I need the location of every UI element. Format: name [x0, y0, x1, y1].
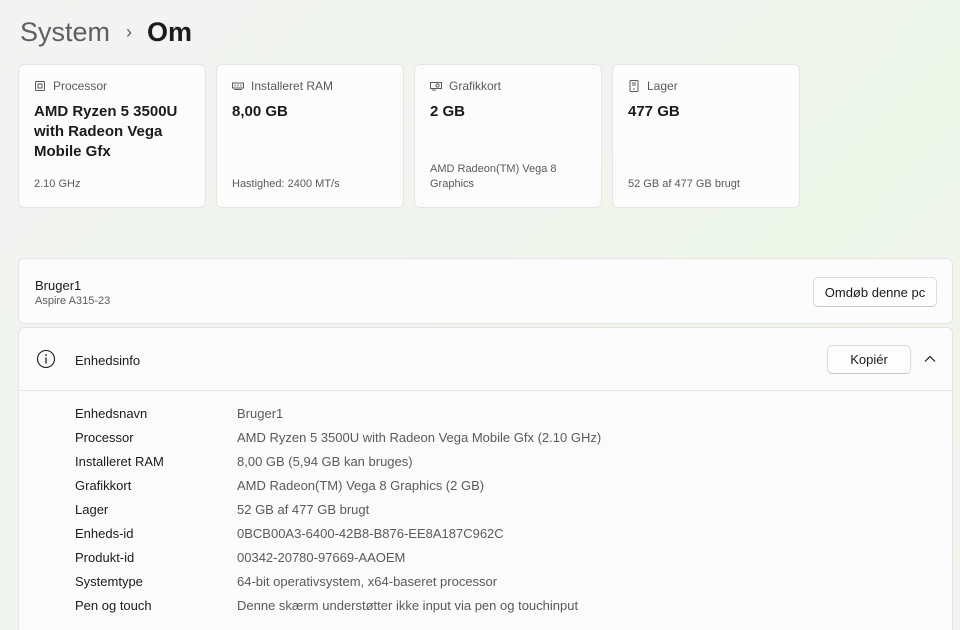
spec-value: 0BCB00A3-6400-42B8-B876-EE8A187C962C — [237, 525, 504, 541]
card-subtext: 2.10 GHz — [34, 178, 81, 190]
spec-value: AMD Radeon(TM) Vega 8 Graphics (2 GB) — [237, 477, 485, 493]
processor-icon — [34, 80, 46, 92]
card-value: AMD Ryzen 5 3500U with Radeon Vega Mobil… — [34, 103, 178, 160]
spec-row: Installeret RAM 8,00 GB (5,94 GB kan brug… — [75, 449, 601, 473]
spec-row: Enheds-id 0BCB00A3-6400-42B8-B876-EE8A187… — [75, 521, 601, 545]
graphics-card-icon — [430, 80, 442, 92]
spec-value: Bruger1 — [237, 405, 284, 421]
spec-label: Enheds-id — [75, 525, 134, 541]
card-graphics: Grafikkort 2 GB AMD Radeon(TM) Vega 8 Gr… — [414, 64, 602, 208]
spec-row: Lager 52 GB af 477 GB brugt — [75, 497, 601, 521]
rename-pc-button[interactable]: Omdøb denne pc — [813, 277, 937, 307]
card-storage: Lager 477 GB 52 GB af 477 GB brugt — [612, 64, 800, 208]
info-icon — [36, 349, 56, 369]
card-subtext: Hastighed: 2400 MT/s — [232, 178, 340, 190]
spec-label: Enhedsnavn — [75, 405, 148, 421]
breadcrumb-system[interactable]: System — [20, 17, 110, 48]
pc-name: Bruger1 — [35, 278, 82, 293]
card-value: 2 GB — [430, 103, 466, 120]
copy-button[interactable]: Kopiér — [827, 345, 911, 374]
spec-value: AMD Ryzen 5 3500U with Radeon Vega Mobil… — [237, 429, 602, 445]
spec-value: 00342-20780-97669-AAOEM — [237, 549, 406, 565]
device-info-panel: Enhedsinfo Kopiér Enhedsnavn Bruger1 Proc… — [18, 327, 953, 630]
chevron-right-icon: › — [126, 21, 133, 42]
spec-row: Processor AMD Ryzen 5 3500U with Radeon V… — [75, 425, 601, 449]
storage-icon — [628, 80, 640, 92]
spec-row: Pen og touch Denne skærm understøtter ikk… — [75, 593, 601, 617]
breadcrumb: System › Om — [20, 14, 192, 50]
card-value: 8,00 GB — [232, 103, 288, 120]
pc-name-row: Bruger1 Aspire A315-23 Omdøb denne pc — [18, 258, 953, 324]
device-info-header[interactable]: Enhedsinfo Kopiér — [19, 328, 952, 391]
spec-value: 64-bit operativsystem, x64-baseret proce… — [237, 573, 498, 589]
spec-label: Grafikkort — [75, 477, 132, 493]
pc-model: Aspire A315-23 — [35, 295, 111, 307]
card-label: Lager — [647, 79, 678, 93]
spec-row: Grafikkort AMD Radeon(TM) Vega 8 Graphics… — [75, 473, 601, 497]
card-value: 477 GB — [628, 103, 680, 120]
ram-icon — [232, 80, 244, 92]
spec-label: Systemtype — [75, 573, 143, 589]
card-label: Processor — [53, 79, 108, 93]
card-label: Grafikkort — [449, 79, 502, 93]
spec-cards: Processor AMD Ryzen 5 3500U with Radeon … — [18, 64, 800, 208]
spec-label: Lager — [75, 501, 109, 517]
spec-row: Systemtype 64-bit operativsystem, x64-bas… — [75, 569, 601, 593]
spec-value: 8,00 GB (5,94 GB kan bruges) — [237, 453, 413, 469]
chevron-up-icon[interactable] — [923, 352, 937, 366]
card-processor: Processor AMD Ryzen 5 3500U with Radeon … — [18, 64, 206, 208]
card-ram: Installeret RAM 8,00 GB Hastighed: 2400 … — [216, 64, 404, 208]
page-title: Om — [147, 16, 193, 47]
spec-label: Produkt-id — [75, 549, 135, 565]
spec-row: Produkt-id 00342-20780-97669-AAOEM — [75, 545, 601, 569]
spec-label: Installeret RAM — [75, 453, 164, 469]
device-info-title: Enhedsinfo — [75, 353, 141, 368]
spec-row: Enhedsnavn Bruger1 — [75, 401, 601, 425]
spec-value: 52 GB af 477 GB brugt — [237, 501, 370, 517]
card-label: Installeret RAM — [251, 79, 334, 93]
card-subtext: 52 GB af 477 GB brugt — [628, 178, 740, 190]
device-specs-list: Enhedsnavn Bruger1 Processor AMD Ryzen 5 3… — [75, 401, 601, 617]
spec-label: Processor — [75, 429, 134, 445]
spec-label: Pen og touch — [75, 597, 152, 613]
card-subtext: AMD Radeon(TM) Vega 8 Graphics — [430, 163, 557, 190]
spec-value: Denne skærm understøtter ikke input via … — [237, 597, 579, 613]
